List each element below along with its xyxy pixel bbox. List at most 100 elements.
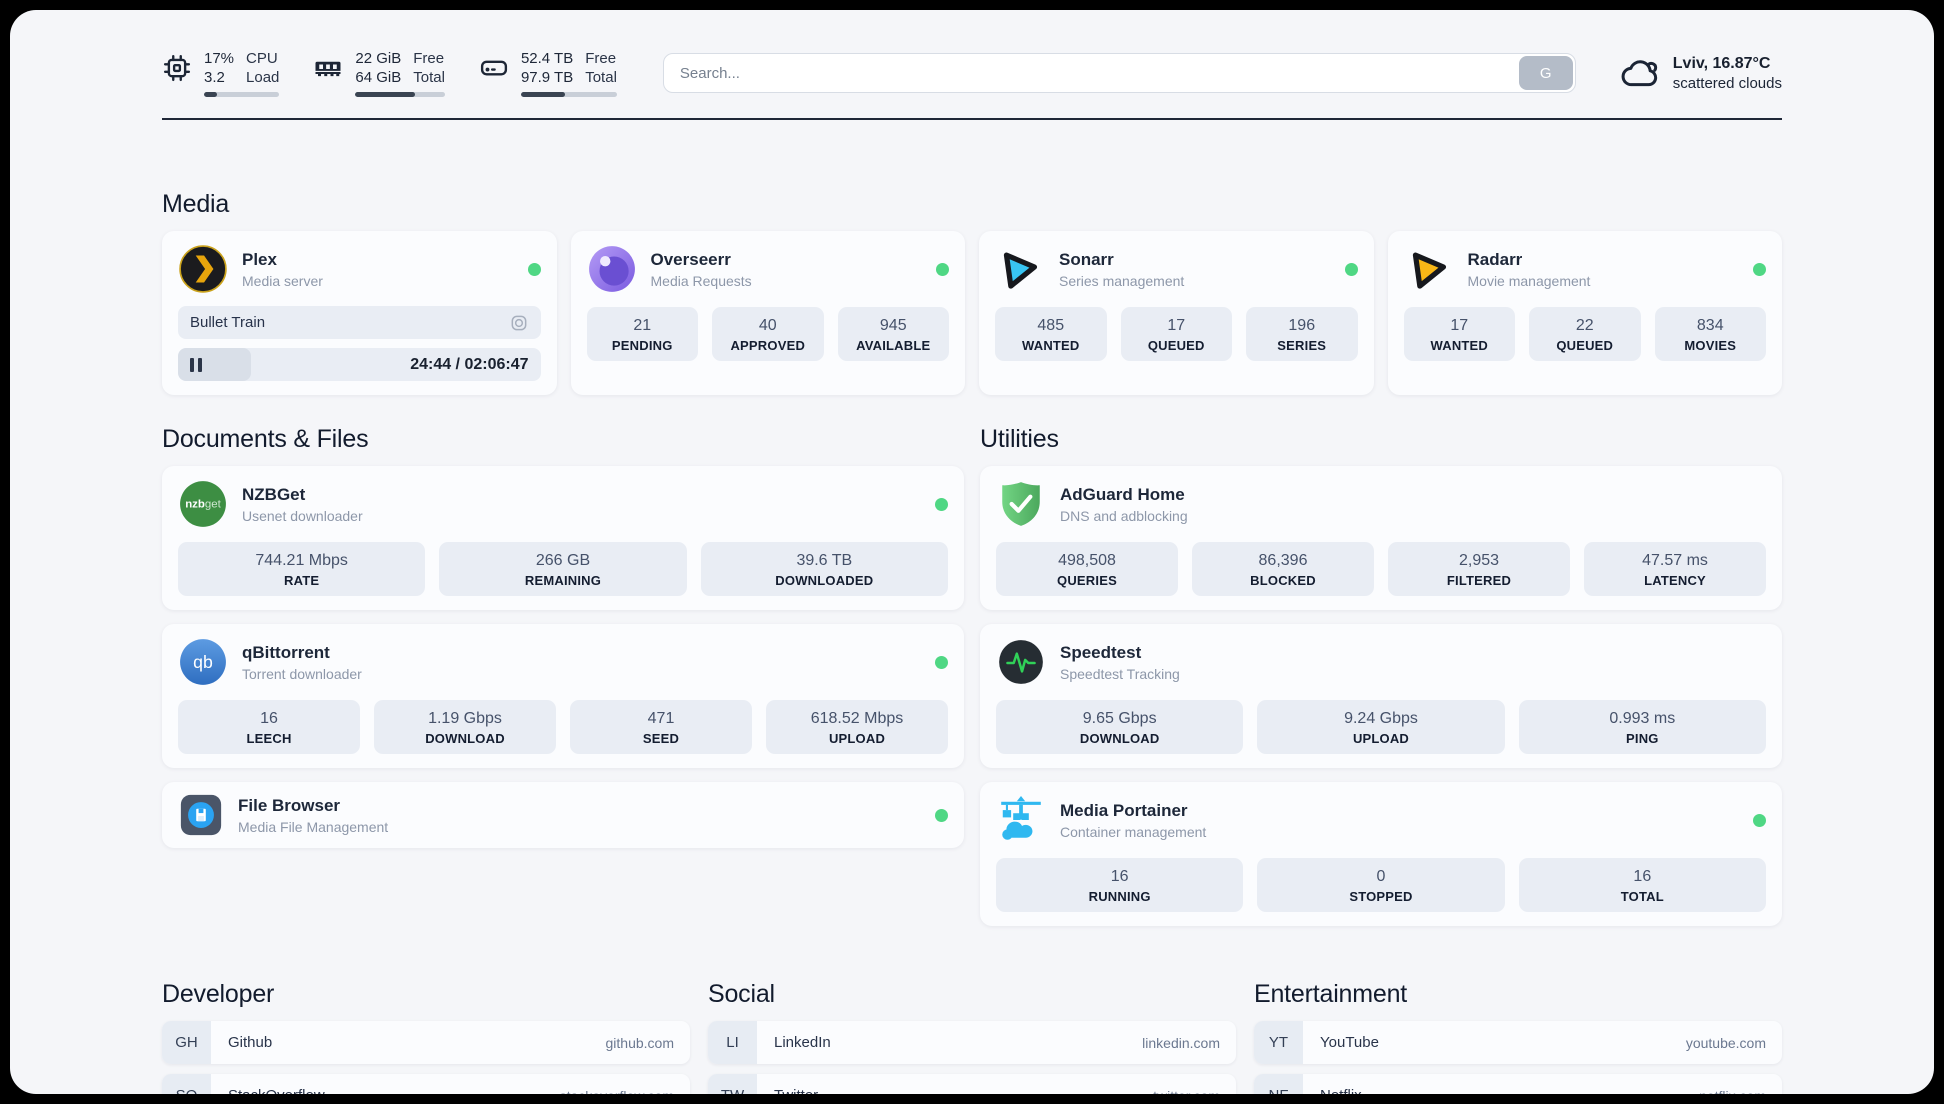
disk-icon <box>479 53 509 83</box>
stat-download: 9.65 Gbps DOWNLOAD <box>996 700 1244 754</box>
link-github[interactable]: GH Github github.com <box>162 1021 690 1064</box>
middle-sections: Documents & Files nzbget NZBGet Usenet d… <box>162 425 1782 926</box>
link-name: StackOverflow <box>228 1087 325 1094</box>
weather-location-temp: Lviv, 16.87°C <box>1672 54 1771 72</box>
stat-pending: 21 PENDING <box>586 307 698 361</box>
link-netflix[interactable]: NF Netflix netflix.com <box>1254 1074 1782 1094</box>
app-name: Overseerr <box>650 249 731 269</box>
link-linkedin[interactable]: LI LinkedIn linkedin.com <box>708 1021 1236 1064</box>
link-twitter[interactable]: TW Twitter twitter.com <box>708 1074 1236 1094</box>
cpu-labels: CPU Load <box>246 50 280 86</box>
app-name: qBittorrent <box>242 642 330 662</box>
link-abbr: NF <box>1254 1074 1303 1094</box>
link-url: netflix.com <box>1699 1088 1766 1095</box>
stats-row: 16 LEECH 1.19 Gbps DOWNLOAD 471 SEED 618… <box>178 700 948 754</box>
status-dot <box>527 262 541 276</box>
app-meta: Radarr Movie management <box>1468 249 1591 290</box>
header-divider <box>162 118 1782 120</box>
qbittorrent-card-header: qb qBittorrent Torrent downloader <box>178 637 948 687</box>
memory-values: 22 GiB 64 GiB <box>355 49 401 87</box>
cpu-progress-fill <box>204 92 217 97</box>
portainer-card-header: Media Portainer Container management <box>996 795 1766 845</box>
link-url: twitter.com <box>1153 1088 1220 1095</box>
stat-total: 16 TOTAL <box>1518 858 1766 912</box>
memory-progress-fill <box>355 92 415 97</box>
status-dot <box>935 497 948 511</box>
nzbget-icon: nzbget <box>178 479 228 529</box>
weather-condition: scattered clouds <box>1672 74 1782 92</box>
playback-progress-bar[interactable]: 24:44 / 02:06:47 <box>178 348 541 381</box>
app-meta: AdGuard Home DNS and adblocking <box>1060 484 1188 525</box>
utilities-cards: AdGuard Home DNS and adblocking 498,508 … <box>980 466 1782 926</box>
status-dot <box>936 262 949 276</box>
adguard-card[interactable]: AdGuard Home DNS and adblocking 498,508 … <box>980 466 1782 610</box>
social-links: LI LinkedIn linkedin.com TW Twitter twit… <box>708 1021 1236 1094</box>
stats-row: 9.65 Gbps DOWNLOAD 9.24 Gbps UPLOAD 0.99… <box>996 700 1766 754</box>
media-section-title: Media <box>162 190 230 218</box>
portainer-icon <box>996 795 1046 845</box>
qbittorrent-icon: qb <box>178 637 228 687</box>
stat-movies: 834 MOVIES <box>1654 307 1766 361</box>
status-dot <box>1344 262 1358 276</box>
search-engine-button[interactable]: G <box>1518 56 1573 90</box>
search-input[interactable] <box>662 53 1576 93</box>
plex-card[interactable]: Plex Media server Bullet Train 24:44 / 0… <box>162 231 557 395</box>
stat-filtered: 2,953 FILTERED <box>1388 542 1570 596</box>
system-stats: 17% 3.2 CPU Load 22 GiB 64 GiB Free Tota… <box>162 49 617 97</box>
overseerr-icon <box>587 244 637 294</box>
disk-progress-fill <box>520 92 566 97</box>
link-stackoverflow[interactable]: SO StackOverflow stackoverflow.com <box>162 1074 690 1094</box>
speedtest-card[interactable]: Speedtest Speedtest Tracking 9.65 Gbps D… <box>980 624 1782 768</box>
stat-remaining: 266 GB REMAINING <box>439 542 687 596</box>
app-name: Media Portainer <box>1060 800 1188 820</box>
app-subtitle: Torrent downloader <box>242 665 362 682</box>
playback-progress-fill <box>178 348 251 381</box>
cpu-load-pct: 17% <box>204 50 235 67</box>
stat-downloaded: 39.6 TB DOWNLOADED <box>700 542 948 596</box>
status-dot <box>1753 262 1766 276</box>
app-name: AdGuard Home <box>1060 484 1185 504</box>
link-url: github.com <box>605 1034 674 1051</box>
stat-blocked: 86,396 BLOCKED <box>1192 542 1374 596</box>
sonarr-card[interactable]: Sonarr Series management 485 WANTED 17 Q… <box>979 231 1374 395</box>
portainer-card[interactable]: Media Portainer Container management 16 … <box>980 782 1782 926</box>
stats-row: 17 WANTED 22 QUEUED 834 MOVIES <box>1403 307 1766 361</box>
svg-text:qb: qb <box>193 652 213 672</box>
status-dot <box>1753 813 1766 827</box>
filebrowser-card[interactable]: File Browser Media File Management <box>162 782 964 848</box>
link-name: YouTube <box>1320 1034 1379 1051</box>
svg-text:nzbget: nzbget <box>185 499 221 511</box>
cpu-icon <box>162 53 192 83</box>
stat-download: 1.19 Gbps DOWNLOAD <box>374 700 556 754</box>
media-grid: Plex Media server Bullet Train 24:44 / 0… <box>162 231 1782 395</box>
disk-labels: Free Total <box>585 50 617 86</box>
radarr-card[interactable]: Radarr Movie management 17 WANTED 22 QUE… <box>1387 231 1782 395</box>
now-playing-row: Bullet Train <box>178 306 541 339</box>
memory-total: 64 GiB <box>355 69 402 86</box>
media-session-icon[interactable] <box>509 313 529 333</box>
pause-button[interactable] <box>190 357 204 372</box>
app-subtitle: Media File Management <box>238 818 389 835</box>
developer-section: Developer GH Github github.com SO StackO… <box>162 980 690 1094</box>
cpu-load-avg: 3.2 <box>204 69 225 86</box>
stat-rate: 744.21 Mbps RATE <box>178 542 426 596</box>
entertainment-links: YT YouTube youtube.com NF Netflix netfli… <box>1254 1021 1782 1094</box>
utilities-section: Utilities AdGuard Home DNS and adblockin… <box>980 425 1782 926</box>
app-subtitle: Series management <box>1059 272 1185 289</box>
overseerr-card[interactable]: Overseerr Media Requests 21 PENDING 40 A… <box>570 231 965 395</box>
plex-icon <box>178 244 228 294</box>
qbittorrent-card[interactable]: qb qBittorrent Torrent downloader 16 LEE… <box>162 624 964 768</box>
social-section-title: Social <box>708 980 775 1008</box>
app-meta: qBittorrent Torrent downloader <box>242 642 362 683</box>
speedtest-card-header: Speedtest Speedtest Tracking <box>996 637 1766 687</box>
nzbget-card[interactable]: nzbget NZBGet Usenet downloader 744.21 M… <box>162 466 964 610</box>
stat-stopped: 0 STOPPED <box>1257 858 1505 912</box>
memory-labels: Free Total <box>413 50 445 86</box>
filebrowser-card-header: File Browser Media File Management <box>178 792 948 838</box>
link-abbr: GH <box>162 1021 211 1064</box>
documents-section-title: Documents & Files <box>162 425 369 453</box>
link-youtube[interactable]: YT YouTube youtube.com <box>1254 1021 1782 1064</box>
documents-section: Documents & Files nzbget NZBGet Usenet d… <box>162 425 964 848</box>
app-meta: Sonarr Series management <box>1059 249 1184 290</box>
playback-time: 24:44 / 02:06:47 <box>410 355 529 373</box>
